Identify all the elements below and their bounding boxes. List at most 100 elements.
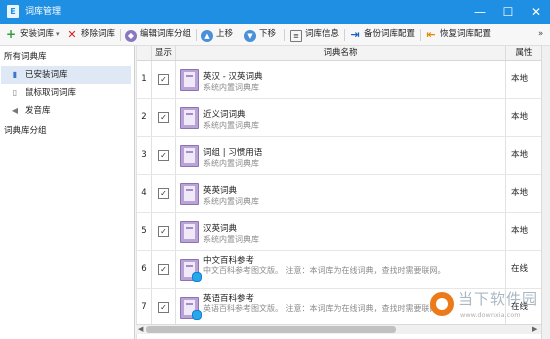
dictionary-book-icon [180, 183, 199, 205]
sidebar-item-pronunciation[interactable]: ◀ 发音库 [1, 102, 131, 120]
show-checkbox[interactable]: ✓ [158, 264, 169, 275]
scroll-left-icon[interactable]: ◀ [138, 325, 143, 334]
edit-group-button[interactable]: ◆ 编辑词库分组 [125, 27, 191, 42]
show-checkbox[interactable]: ✓ [158, 226, 169, 237]
table-row[interactable]: 5 ✓ 汉英词典 系统内置词典库 本地 [137, 213, 542, 251]
arrow-up-icon: ▲ [201, 30, 213, 42]
dictionary-description: 中文百科参考图文版。 注意：本词库为在线词典，查找时需要联网。 [203, 266, 446, 275]
toolbar-overflow-button[interactable]: » [538, 27, 543, 42]
dictionary-description: 系统内置词典库 [203, 83, 259, 92]
chevron-down-icon[interactable]: ▾ [56, 30, 60, 38]
show-checkbox[interactable]: ✓ [158, 188, 169, 199]
row-number: 6 [137, 251, 152, 288]
remove-label: 移除词库 [81, 29, 116, 39]
show-checkbox[interactable]: ✓ [158, 150, 169, 161]
dictionary-info-button[interactable]: ≡ 词库信息 [290, 27, 339, 42]
sidebar-group-label[interactable]: 词典库分组 [4, 124, 47, 138]
info-document-icon: ≡ [290, 30, 302, 42]
show-cell: ✓ [152, 99, 176, 136]
dictionary-book-icon [180, 221, 199, 243]
move-down-button[interactable]: ▼ 下移 [244, 27, 276, 42]
row-number: 7 [137, 289, 152, 326]
install-dictionary-button[interactable]: + 安装词库 ▾ [5, 27, 60, 42]
name-cell: 近义词词典 系统内置词典库 [176, 99, 506, 136]
sidebar-item-label: 鼠标取词词库 [25, 88, 77, 98]
restore-arrow-icon: ⇤ [426, 28, 436, 41]
window-title: 词库管理 [25, 7, 62, 17]
attribute-cell: 本地 [511, 150, 529, 160]
name-cell: 汉英词典 系统内置词典库 [176, 213, 506, 250]
dictionary-description: 系统内置词典库 [203, 121, 259, 130]
toolbar-divider [344, 29, 345, 41]
move-down-label: 下移 [259, 29, 277, 39]
show-cell: ✓ [152, 289, 176, 326]
dictionary-name: 英汉 - 汉英词典 [203, 72, 263, 82]
show-column-header[interactable]: 显示 [152, 46, 176, 60]
row-number: 4 [137, 175, 152, 212]
attribute-column-header[interactable]: 属性 [506, 46, 542, 60]
speaker-icon: ◀ [11, 106, 19, 115]
name-cell: 英汉 - 汉英词典 系统内置词典库 [176, 61, 506, 98]
mouse-icon: ▯ [12, 88, 18, 97]
dictionary-description: 系统内置词典库 [203, 235, 259, 244]
dictionary-name: 汉英词典 [203, 224, 238, 234]
backup-config-button[interactable]: ⇥ 备份词库配置 [349, 27, 415, 42]
show-checkbox[interactable]: ✓ [158, 112, 169, 123]
info-label: 词库信息 [305, 29, 340, 39]
sidebar-item-mouse-lookup[interactable]: ▯ 鼠标取词词库 [1, 84, 131, 102]
attribute-cell: 本地 [511, 226, 529, 236]
table-row[interactable]: 2 ✓ 近义词词典 系统内置词典库 本地 [137, 99, 542, 137]
horizontal-scroll-thumb[interactable] [146, 326, 396, 333]
maximize-button[interactable]: ☐ [494, 0, 522, 24]
table-row[interactable]: 1 ✓ 英汉 - 汉英词典 系统内置词典库 本地 [137, 61, 542, 99]
dictionary-name: 近义词词典 [203, 110, 246, 120]
restore-label: 恢复词库配置 [440, 29, 492, 39]
group-icon: ◆ [125, 30, 137, 42]
sidebar-item-installed[interactable]: ▮ 已安装词库 [1, 66, 131, 84]
name-cell: 词组 | 习惯用语 系统内置词典库 [176, 137, 506, 174]
dictionary-book-icon [180, 69, 199, 91]
dictionary-description: 系统内置词典库 [203, 159, 259, 168]
show-checkbox[interactable]: ✓ [158, 302, 169, 313]
remove-dictionary-button[interactable]: ✕ 移除词库 [66, 27, 115, 42]
table-row[interactable]: 4 ✓ 英英词典 系统内置词典库 本地 [137, 175, 542, 213]
table-row[interactable]: 3 ✓ 词组 | 习惯用语 系统内置词典库 本地 [137, 137, 542, 175]
show-checkbox[interactable]: ✓ [158, 74, 169, 85]
dictionary-name: 词组 | 习惯用语 [203, 148, 263, 158]
watermark-text: 当下软件园 [458, 290, 539, 308]
show-cell: ✓ [152, 175, 176, 212]
name-cell: 英英词典 系统内置词典库 [176, 175, 506, 212]
name-column-header[interactable]: 词典名称 [176, 46, 506, 60]
watermark: 当下软件园 www.downxia.com [430, 289, 548, 329]
move-up-button[interactable]: ▲ 上移 [201, 27, 233, 42]
globe-icon [192, 310, 202, 320]
attribute-cell: 本地 [511, 74, 529, 84]
sidebar-item-label: 已安装词库 [25, 70, 68, 80]
install-label: 安装词库 [20, 29, 55, 39]
attribute-cell: 在线 [511, 264, 529, 274]
close-button[interactable]: ✕ [522, 0, 550, 24]
show-cell: ✓ [152, 251, 176, 288]
remove-x-icon: ✕ [67, 28, 77, 41]
dictionary-name: 英英词典 [203, 186, 238, 196]
sidebar: 所有词典库 ▮ 已安装词库 ▯ 鼠标取词词库 ◀ 发音库 词典库分组 [0, 46, 135, 339]
toolbar-divider [420, 29, 421, 41]
sidebar-item-label: 发音库 [25, 106, 51, 116]
dictionary-description: 系统内置词典库 [203, 197, 259, 206]
row-number: 3 [137, 137, 152, 174]
row-number: 1 [137, 61, 152, 98]
globe-icon [192, 272, 202, 282]
edit-group-label: 编辑词库分组 [140, 29, 192, 39]
table-header: 显示 词典名称 属性 [137, 46, 542, 61]
backup-arrow-icon: ⇥ [350, 28, 360, 41]
row-number-header [137, 46, 152, 60]
table-row[interactable]: 6 ✓ 中文百科参考 中文百科参考图文版。 注意：本词库为在线词典，查找时需要联… [137, 251, 542, 289]
restore-config-button[interactable]: ⇤ 恢复词库配置 [425, 27, 491, 42]
show-cell: ✓ [152, 213, 176, 250]
show-cell: ✓ [152, 137, 176, 174]
sidebar-title[interactable]: 所有词典库 [4, 50, 47, 64]
minimize-button[interactable]: — [466, 0, 494, 24]
watermark-url: www.downxia.com [460, 311, 521, 319]
move-up-label: 上移 [216, 29, 234, 39]
dictionary-book-icon [180, 145, 199, 167]
